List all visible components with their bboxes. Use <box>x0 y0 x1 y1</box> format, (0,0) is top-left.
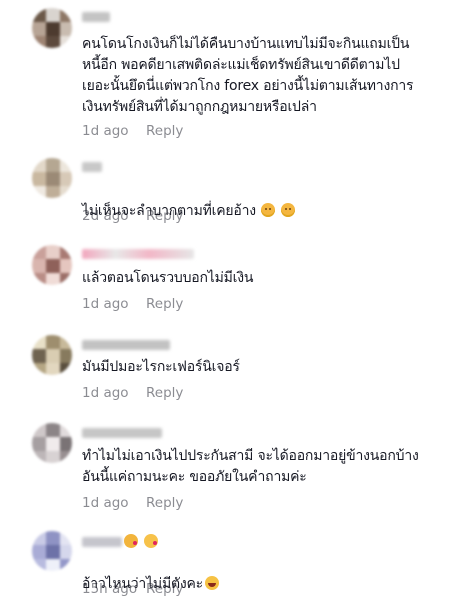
avatar-pixel <box>60 423 72 437</box>
avatar-pixel <box>46 423 60 437</box>
avatar-pixel <box>60 259 72 273</box>
comment-meta: 1d ago Reply <box>82 385 183 401</box>
avatar-pixel <box>32 158 46 172</box>
avatar-pixel <box>46 437 60 451</box>
comment-meta: 1d ago Reply <box>82 495 183 511</box>
avatar-pixel <box>46 245 60 259</box>
comment-meta: 15h ago Reply <box>82 581 183 597</box>
avatar-pixel <box>32 245 46 259</box>
avatar-pixel <box>46 22 60 36</box>
avatar[interactable] <box>32 245 72 285</box>
avatar-pixel <box>32 259 46 273</box>
avatar-pixel <box>46 172 60 186</box>
avatar-pixel <box>46 531 60 545</box>
comment-time: 2d ago <box>82 208 129 224</box>
avatar-pixel <box>32 186 46 198</box>
avatar-pixel <box>60 172 72 186</box>
avatar-pixel <box>46 158 60 172</box>
avatar-pixel <box>32 273 46 285</box>
avatar-pixel <box>46 349 60 363</box>
kiss-emoji-icon <box>124 534 138 548</box>
username-redacted[interactable] <box>82 249 194 259</box>
avatar[interactable] <box>32 423 72 463</box>
comment-time: 15h ago <box>82 581 138 597</box>
avatar-pixel <box>60 245 72 259</box>
avatar-pixel <box>60 437 72 451</box>
avatar-pixel <box>60 349 72 363</box>
avatar-pixel <box>32 559 46 571</box>
username-redacted[interactable] <box>82 162 102 172</box>
avatar-pixel <box>46 559 60 571</box>
avatar-pixel <box>32 545 46 559</box>
avatar-pixel <box>32 335 46 349</box>
avatar[interactable] <box>32 8 72 48</box>
avatar-pixel <box>32 437 46 451</box>
avatar-pixel <box>32 363 46 375</box>
avatar-pixel <box>46 545 60 559</box>
avatar-pixel <box>60 451 72 463</box>
comment-text: แล้วตอนโดนรวบบอกไม่มีเงิน <box>82 270 254 286</box>
username-redacted[interactable] <box>82 12 110 22</box>
avatar-pixel <box>60 186 72 198</box>
avatar-pixel <box>60 335 72 349</box>
avatar[interactable] <box>32 335 72 375</box>
comment-text: มันมีปมอะไรกะเฟอร์นิเจอร์ <box>82 359 240 375</box>
avatar-pixel <box>46 259 60 273</box>
avatar-pixel <box>60 36 72 48</box>
reply-button[interactable]: Reply <box>146 296 183 312</box>
avatar-pixel <box>60 158 72 172</box>
avatar-pixel <box>32 349 46 363</box>
avatar-pixel <box>32 172 46 186</box>
comment-time: 1d ago <box>82 495 129 511</box>
avatar-pixel <box>60 559 72 571</box>
avatar-pixel <box>32 423 46 437</box>
avatar[interactable] <box>32 531 72 571</box>
reply-button[interactable]: Reply <box>146 208 183 224</box>
avatar-pixel <box>32 36 46 48</box>
avatar-pixel <box>46 36 60 48</box>
avatar-pixel <box>46 8 60 22</box>
username-redacted[interactable] <box>82 537 122 547</box>
reply-button[interactable]: Reply <box>146 581 183 597</box>
comment-time: 1d ago <box>82 123 129 139</box>
avatar-pixel <box>46 273 60 285</box>
comment-time: 1d ago <box>82 296 129 312</box>
laughing-emoji-icon <box>205 576 220 590</box>
disappointed-emoji-icon <box>260 203 275 217</box>
comment-time: 1d ago <box>82 385 129 401</box>
avatar-pixel <box>46 186 60 198</box>
worried-emoji-icon <box>280 203 295 217</box>
avatar-pixel <box>46 363 60 375</box>
comment-text: ทำไมไม่เอาเงินไปประกันสามี จะได้ออกมาอยู… <box>82 448 419 485</box>
heart-kiss-emoji-icon <box>144 534 158 548</box>
avatar-pixel <box>60 8 72 22</box>
avatar[interactable] <box>32 158 72 198</box>
avatar-pixel <box>32 22 46 36</box>
username-redacted[interactable] <box>82 428 162 438</box>
comment-text: คนโดนโกงเงินก็ไม่ได้คืนบางบ้านแทบไม่มีจะ… <box>82 36 414 115</box>
avatar-pixel <box>60 22 72 36</box>
avatar-pixel <box>60 273 72 285</box>
reply-button[interactable]: Reply <box>146 495 183 511</box>
reply-button[interactable]: Reply <box>146 385 183 401</box>
avatar-pixel <box>60 545 72 559</box>
avatar-pixel <box>60 363 72 375</box>
comment-meta: 1d ago Reply <box>82 296 183 312</box>
username-redacted[interactable] <box>82 340 170 350</box>
avatar-pixel <box>60 531 72 545</box>
comment-meta: 1d ago Reply <box>82 123 183 139</box>
avatar-pixel <box>32 8 46 22</box>
avatar-pixel <box>46 451 60 463</box>
reply-button[interactable]: Reply <box>146 123 183 139</box>
avatar-pixel <box>46 335 60 349</box>
comment-meta: 2d ago Reply <box>82 208 183 224</box>
avatar-pixel <box>32 531 46 545</box>
avatar-pixel <box>32 451 46 463</box>
